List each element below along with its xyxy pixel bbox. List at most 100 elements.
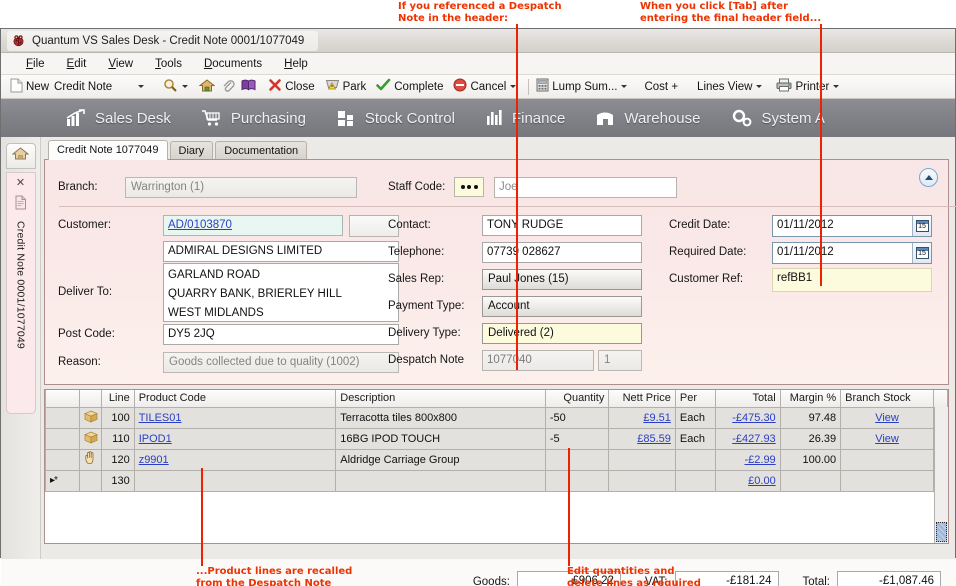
col-product-code[interactable]: Product Code xyxy=(133,390,337,408)
branch-stock-view-link[interactable]: View xyxy=(875,433,899,445)
table-row[interactable]: 100 TILES01 Terracotta tiles 800x800 -50… xyxy=(44,406,949,429)
cancel-button[interactable]: Cancel xyxy=(450,76,524,98)
customer-name-field[interactable]: ADMIRAL DESIGNS LIMITED xyxy=(163,241,399,262)
col-branch-stock[interactable]: Branch Stock xyxy=(840,390,934,408)
nett-price-link[interactable]: £9.51 xyxy=(643,412,671,424)
credit-date-field[interactable]: 01/11/2012 15 xyxy=(772,215,932,237)
row-product-code[interactable]: IPOD1 xyxy=(133,427,337,450)
tab-diary[interactable]: Diary xyxy=(169,141,214,160)
col-marker[interactable] xyxy=(44,390,81,408)
row-nett-price[interactable]: £9.51 xyxy=(608,406,676,429)
grid-vertical-scrollbar[interactable] xyxy=(934,407,948,543)
table-row[interactable]: 120 z9901 Aldridge Carriage Group -£2.99… xyxy=(44,448,949,471)
customer-code-link[interactable]: AD/0103870 xyxy=(168,219,232,231)
row-total[interactable]: -£427.93 xyxy=(715,427,781,450)
post-code-field[interactable]: DY5 2JQ xyxy=(163,324,399,345)
row-quantity[interactable] xyxy=(544,448,610,471)
menu-help[interactable]: Help xyxy=(273,56,319,72)
complete-button[interactable]: Complete xyxy=(373,76,446,98)
grid-scrollbar-thumb[interactable] xyxy=(936,522,947,542)
sales-rep-select[interactable]: Paul Jones (15) xyxy=(482,269,642,290)
park-button[interactable]: Park xyxy=(322,76,370,98)
customer-ref-field[interactable]: refBB1 xyxy=(772,268,932,292)
row-quantity[interactable] xyxy=(544,469,610,492)
menu-edit[interactable]: Edit xyxy=(56,56,98,72)
product-code-link[interactable]: TILES01 xyxy=(139,412,182,424)
required-date-value[interactable]: 01/11/2012 xyxy=(773,243,912,263)
lines-view-dropdown-caret[interactable] xyxy=(756,85,763,88)
printer-button[interactable]: Printer xyxy=(773,76,847,98)
col-nett-price[interactable]: Nett Price xyxy=(608,390,676,408)
table-row[interactable]: ▸* 130 £0.00 xyxy=(44,469,949,492)
search-dropdown-caret[interactable] xyxy=(182,85,189,88)
branch-select[interactable]: Warrington (1) xyxy=(125,177,357,198)
row-per[interactable]: Each xyxy=(674,427,717,450)
col-per[interactable]: Per xyxy=(674,390,717,408)
nav-sales-desk[interactable]: Sales Desk xyxy=(65,109,171,127)
product-code-link[interactable]: z9901 xyxy=(139,454,169,466)
printer-dropdown-caret[interactable] xyxy=(833,85,840,88)
col-line[interactable]: Line xyxy=(101,390,135,408)
required-date-field[interactable]: 01/11/2012 15 xyxy=(772,242,932,264)
nav-purchasing[interactable]: Purchasing xyxy=(201,109,306,127)
new-dropdown-caret[interactable] xyxy=(138,85,145,88)
nav-system-admin[interactable]: System A xyxy=(731,109,825,128)
rail-document-tab[interactable]: ✕ Credit Note 0001/1077049 xyxy=(5,172,36,414)
lump-sum-button[interactable]: Lump Sum... xyxy=(533,76,635,98)
search-button[interactable] xyxy=(160,76,196,98)
cost-plus-button[interactable]: Cost + xyxy=(638,76,681,98)
row-quantity[interactable]: -50 xyxy=(544,406,610,429)
lump-sum-dropdown-caret[interactable] xyxy=(621,85,628,88)
credit-date-calendar-button[interactable]: 15 xyxy=(912,216,931,236)
tab-credit-note[interactable]: Credit Note 1077049 xyxy=(48,140,168,160)
staff-name-field[interactable]: Joe xyxy=(494,177,677,198)
col-icon[interactable] xyxy=(79,390,103,408)
total-link[interactable]: -£2.99 xyxy=(744,454,775,466)
despatch-note-field[interactable]: 1077040 xyxy=(482,350,594,371)
branch-stock-view-link[interactable]: View xyxy=(875,412,899,424)
row-quantity[interactable]: -5 xyxy=(544,427,610,450)
total-link[interactable]: -£427.93 xyxy=(732,433,775,445)
row-nett-price[interactable] xyxy=(608,448,676,471)
col-description[interactable]: Description xyxy=(335,390,546,408)
book-button[interactable] xyxy=(238,76,259,98)
payment-type-select[interactable]: Account xyxy=(482,296,642,317)
row-branch-stock[interactable] xyxy=(840,448,934,471)
credit-date-value[interactable]: 01/11/2012 xyxy=(773,216,912,236)
close-x-icon[interactable]: ✕ xyxy=(16,178,25,189)
row-nett-price[interactable]: £85.59 xyxy=(608,427,676,450)
row-description[interactable]: Terracotta tiles 800x800 xyxy=(335,406,546,429)
despatch-note-seq-select[interactable]: 1 xyxy=(598,350,642,371)
row-description[interactable]: Aldridge Carriage Group xyxy=(335,448,546,471)
row-product-code[interactable]: TILES01 xyxy=(133,406,337,429)
staff-code-masked[interactable] xyxy=(454,177,484,197)
customer-code-field[interactable]: AD/0103870 xyxy=(163,215,343,236)
delivery-type-select[interactable]: Delivered (2) xyxy=(482,323,642,344)
tab-documentation[interactable]: Documentation xyxy=(215,141,308,160)
row-total[interactable]: -£2.99 xyxy=(715,448,781,471)
col-margin[interactable]: Margin % xyxy=(779,390,842,408)
menu-documents[interactable]: Documents xyxy=(193,56,273,72)
col-total[interactable]: Total xyxy=(715,390,781,408)
nav-warehouse[interactable]: Warehouse xyxy=(595,109,701,127)
table-row[interactable]: 110 IPOD1 16BG IPOD TOUCH -5 £85.59 Each… xyxy=(44,427,949,450)
total-link[interactable]: £0.00 xyxy=(748,475,776,487)
product-code-link[interactable]: IPOD1 xyxy=(139,433,172,445)
row-branch-stock[interactable]: View xyxy=(840,427,934,450)
row-per[interactable]: Each xyxy=(674,406,717,429)
row-nett-price[interactable] xyxy=(608,469,676,492)
menu-view[interactable]: View xyxy=(97,56,144,72)
nett-price-link[interactable]: £85.59 xyxy=(637,433,671,445)
col-quantity[interactable]: Quantity xyxy=(544,390,610,408)
nav-stock-control[interactable]: Stock Control xyxy=(336,109,455,127)
total-link[interactable]: -£475.30 xyxy=(732,412,775,424)
reason-select[interactable]: Goods collected due to quality (1002) xyxy=(163,352,399,373)
contact-field[interactable]: TONY RUDGE xyxy=(482,215,642,236)
row-total[interactable]: £0.00 xyxy=(715,469,781,492)
nav-finance[interactable]: Finance xyxy=(485,109,565,127)
menu-file[interactable]: File xyxy=(15,56,56,72)
close-button[interactable]: Close xyxy=(265,76,317,98)
collapse-header-button[interactable] xyxy=(919,168,938,187)
row-product-code[interactable] xyxy=(133,469,337,492)
required-date-calendar-button[interactable]: 15 xyxy=(912,243,931,263)
